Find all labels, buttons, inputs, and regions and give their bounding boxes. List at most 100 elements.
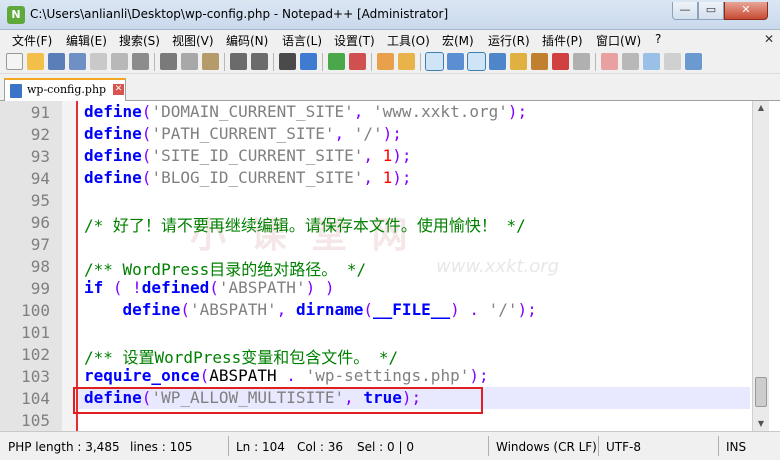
toolbar [0,50,780,74]
code-text: define('BLOG_ID_CURRENT_SITE', 1); [84,168,412,187]
code-line[interactable]: 103 require_once(ABSPATH . 'wp-settings.p… [0,365,752,387]
code-token: ( [141,168,152,187]
status-encoding[interactable]: UTF-8 [606,440,641,454]
code-token: __FILE__ [373,300,451,319]
playback-macro-icon[interactable] [643,53,660,70]
code-token: 'www.xxkt.org' [373,102,508,121]
code-token: 'ABSPATH' [218,278,306,297]
code-line[interactable]: 99 if ( !defined('ABSPATH') ) [0,277,752,299]
menu-window[interactable]: 窗口(W) [596,32,641,49]
menu-search[interactable]: 搜索(S) [119,32,160,49]
save-macro-icon[interactable] [685,53,702,70]
function-list-icon[interactable] [531,53,548,70]
monitoring-icon[interactable] [573,53,590,70]
close-file-icon[interactable] [90,53,107,70]
print-icon[interactable] [132,53,149,70]
tab-close-icon[interactable]: ✕ [113,84,124,95]
status-file-info: PHP length : 3,485 [8,440,120,454]
vertical-scrollbar[interactable]: ▲ ▼ [752,101,769,431]
code-line[interactable]: 95 [0,189,752,211]
code-token: ); [469,366,489,385]
toolbar-separator [371,53,372,71]
maximize-button[interactable]: ▭ [698,2,724,20]
find-icon[interactable] [279,53,296,70]
code-text: if ( !defined('ABSPATH') ) [84,278,334,297]
status-insert-mode[interactable]: INS [726,440,746,454]
document-map-icon[interactable] [510,53,527,70]
scroll-down-icon[interactable]: ▼ [756,419,766,428]
close-all-icon[interactable] [111,53,128,70]
code-line[interactable]: 94 define('BLOG_ID_CURRENT_SITE', 1); [0,167,752,189]
stop-recording-icon[interactable] [622,53,639,70]
menu-plugins[interactable]: 插件(P) [542,32,583,49]
status-eol[interactable]: Windows (CR LF) [496,440,597,454]
menu-language[interactable]: 语言(L) [282,32,322,49]
menu-run[interactable]: 运行(R) [488,32,530,49]
menu-help[interactable]: ? [655,32,661,46]
open-folder-icon[interactable] [27,53,44,70]
code-token: ( [141,146,152,165]
scroll-thumb[interactable] [755,377,767,407]
close-button[interactable]: ✕ [724,2,768,20]
code-token: ); [392,168,412,187]
cut-icon[interactable] [160,53,177,70]
line-number: 101 [21,323,50,342]
save-icon[interactable] [48,53,65,70]
menu-view[interactable]: 视图(V) [172,32,214,49]
toolbar-separator [154,53,155,71]
show-all-chars-icon[interactable] [447,53,464,70]
indent-guide-icon[interactable] [467,52,486,71]
paste-icon[interactable] [202,53,219,70]
record-macro-icon[interactable] [601,53,618,70]
menu-file[interactable]: 文件(F) [12,32,52,49]
word-wrap-icon[interactable] [425,52,444,71]
zoom-in-icon[interactable] [328,53,345,70]
new-file-icon[interactable] [6,53,23,70]
code-token: ) . [450,300,489,319]
zoom-out-icon[interactable] [349,53,366,70]
code-line[interactable]: 92 define('PATH_CURRENT_SITE', '/'); [0,123,752,145]
code-token: ( [141,124,152,143]
code-token: , [363,168,383,187]
replace-icon[interactable] [300,53,317,70]
tab-wp-config[interactable]: wp-config.php ✕ [4,78,126,101]
code-text: define('DOMAIN_CURRENT_SITE', 'www.xxkt.… [84,102,527,121]
code-token: ( [199,366,210,385]
user-language-icon[interactable] [489,53,506,70]
sync-vertical-icon[interactable] [377,53,394,70]
copy-icon[interactable] [181,53,198,70]
code-line[interactable]: 91 define('DOMAIN_CURRENT_SITE', 'www.xxk… [0,101,752,123]
scroll-up-icon[interactable]: ▲ [756,103,766,112]
redo-icon[interactable] [251,53,268,70]
status-separator [228,436,229,456]
code-line[interactable]: 97 [0,233,752,255]
code-token: 'BLOG_ID_CURRENT_SITE' [151,168,364,187]
code-token: if [84,278,104,297]
menu-settings[interactable]: 设置(T) [334,32,375,49]
save-all-icon[interactable] [69,53,86,70]
folder-as-workspace-icon[interactable] [552,53,569,70]
menu-edit[interactable]: 编辑(E) [66,32,107,49]
code-line[interactable]: 102/** 设置WordPress变量和包含文件。 */ [0,343,752,367]
undo-icon[interactable] [230,53,247,70]
code-line[interactable]: 93 define('SITE_ID_CURRENT_SITE', 1); [0,145,752,167]
menu-macro[interactable]: 宏(M) [442,32,474,49]
minimize-button[interactable]: — [672,2,698,20]
line-number: 95 [30,191,50,210]
notepad-plus-plus-icon: N [7,6,25,24]
code-token: ( [363,300,374,319]
annotation-highlight-box [73,387,483,414]
close-document-icon[interactable]: ✕ [764,32,774,46]
code-line[interactable]: 101 [0,321,752,343]
line-number: 105 [21,411,50,430]
run-macro-multiple-icon[interactable] [664,53,681,70]
menu-tools[interactable]: 工具(O) [387,32,430,49]
sync-horizontal-icon[interactable] [398,53,415,70]
code-line[interactable]: 100 define('ABSPATH', dirname(__FILE__) … [0,299,752,321]
code-line[interactable]: 96/* 好了！请不要再继续编辑。请保存本文件。使用愉快！ */ [0,211,752,235]
code-line[interactable]: 98/** WordPress目录的绝对路径。 */ [0,255,752,279]
menu-encoding[interactable]: 编码(N) [226,32,268,49]
code-editor[interactable]: 小 课 堂 网 www.xxkt.org 91 define('DOMAIN_CU… [0,101,780,431]
toolbar-separator [322,53,323,71]
